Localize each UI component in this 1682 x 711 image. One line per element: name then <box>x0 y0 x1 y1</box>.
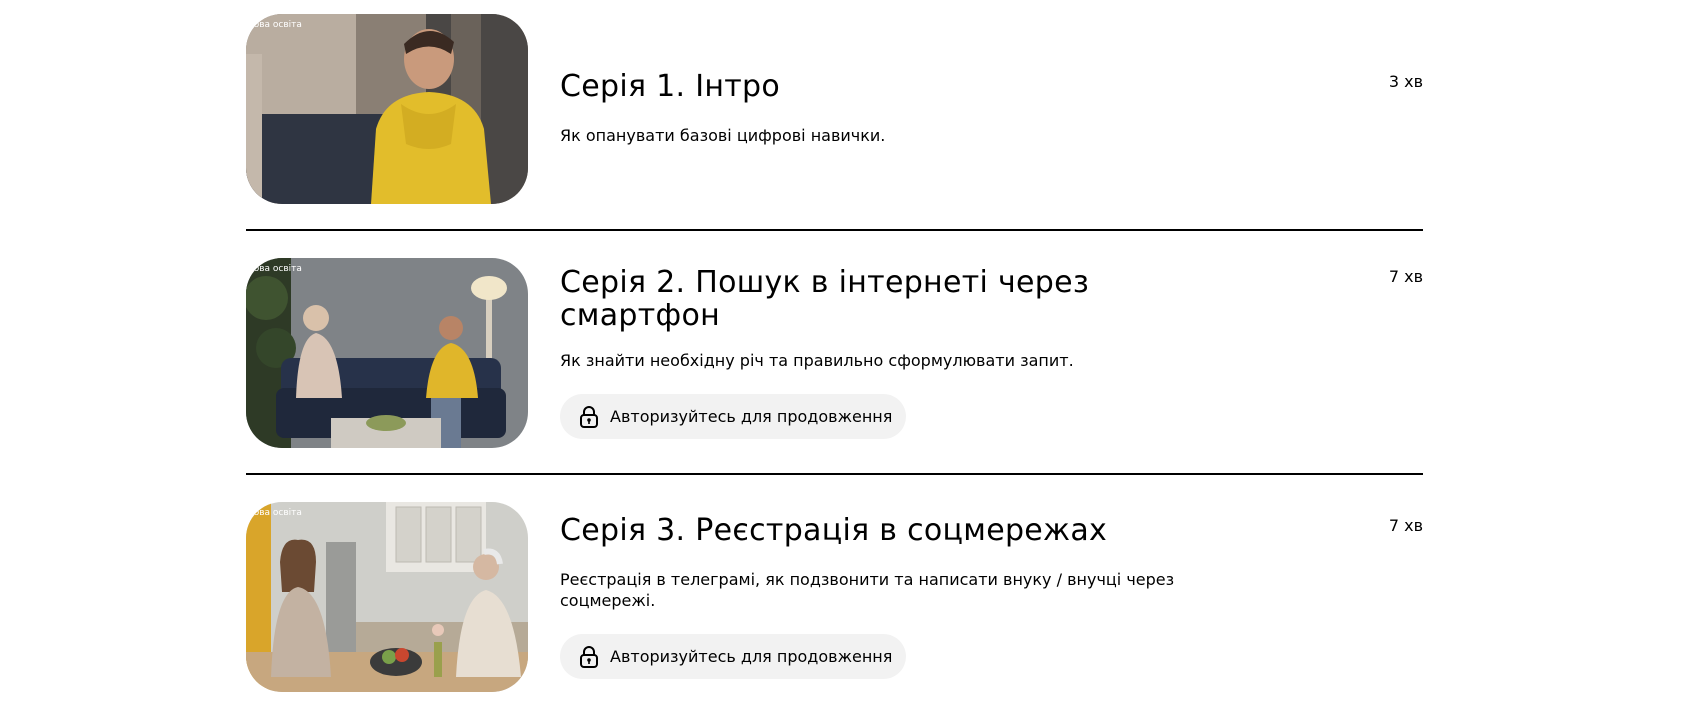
lock-icon <box>578 405 600 429</box>
episode-2-description: Як знайти необхідну річ та правильно сфо… <box>560 351 1074 370</box>
episode-3-scene-image <box>246 502 528 692</box>
episode-2-thumbnail[interactable]: рова освіта <box>246 258 528 448</box>
episode-2-title[interactable]: Серія 2. Пошук в інтернеті через смартфо… <box>560 266 1180 332</box>
lock-icon <box>578 645 600 669</box>
login-to-continue-label: Авторизуйтесь для продовження <box>610 647 893 666</box>
episode-1-scene-image <box>246 14 528 204</box>
login-to-continue-button[interactable]: Авторизуйтесь для продовження <box>560 394 906 439</box>
channel-watermark: рова освіта <box>248 20 302 30</box>
episode-3-duration: 7 хв <box>1388 516 1423 535</box>
login-to-continue-button[interactable]: Авторизуйтесь для продовження <box>560 634 906 679</box>
channel-watermark: рова освіта <box>248 508 302 518</box>
episode-1-thumbnail[interactable]: рова освіта <box>246 14 528 204</box>
episode-2-duration: 7 хв <box>1388 267 1423 286</box>
login-to-continue-label: Авторизуйтесь для продовження <box>610 407 893 426</box>
episode-1-description: Як опанувати базові цифрові навички. <box>560 126 886 145</box>
episode-3-description: Реєстрація в телеграмі, як подзвонити та… <box>560 570 1175 610</box>
episode-3-thumbnail[interactable]: рова освіта <box>246 502 528 692</box>
episode-2-scene-image <box>246 258 528 448</box>
episode-divider <box>246 229 1423 231</box>
episode-divider <box>246 473 1423 475</box>
episode-3-title[interactable]: Серія 3. Реєстрація в соцмережах <box>560 514 1180 547</box>
episode-1-duration: 3 хв <box>1388 72 1423 91</box>
episode-1-title[interactable]: Серія 1. Інтро <box>560 70 1180 103</box>
channel-watermark: рова освіта <box>248 264 302 274</box>
